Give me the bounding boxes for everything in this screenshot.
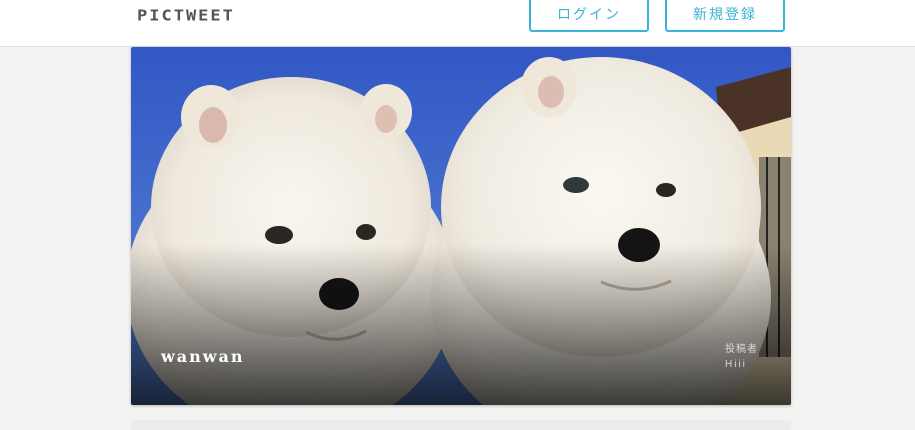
site-logo[interactable]: Pictweet bbox=[137, 7, 235, 25]
tweet-card[interactable]: wanwan 投稿者 Hiii bbox=[131, 47, 791, 405]
site-header: Pictweet ログイン 新規登録 bbox=[0, 0, 915, 47]
poster-name[interactable]: Hiii bbox=[725, 359, 747, 370]
poster-label: 投稿者 bbox=[725, 344, 758, 355]
login-button[interactable]: ログイン bbox=[529, 0, 649, 32]
signup-button[interactable]: 新規登録 bbox=[665, 0, 785, 32]
tweet-title: wanwan bbox=[161, 347, 245, 366]
next-tweet-card[interactable] bbox=[131, 420, 791, 430]
